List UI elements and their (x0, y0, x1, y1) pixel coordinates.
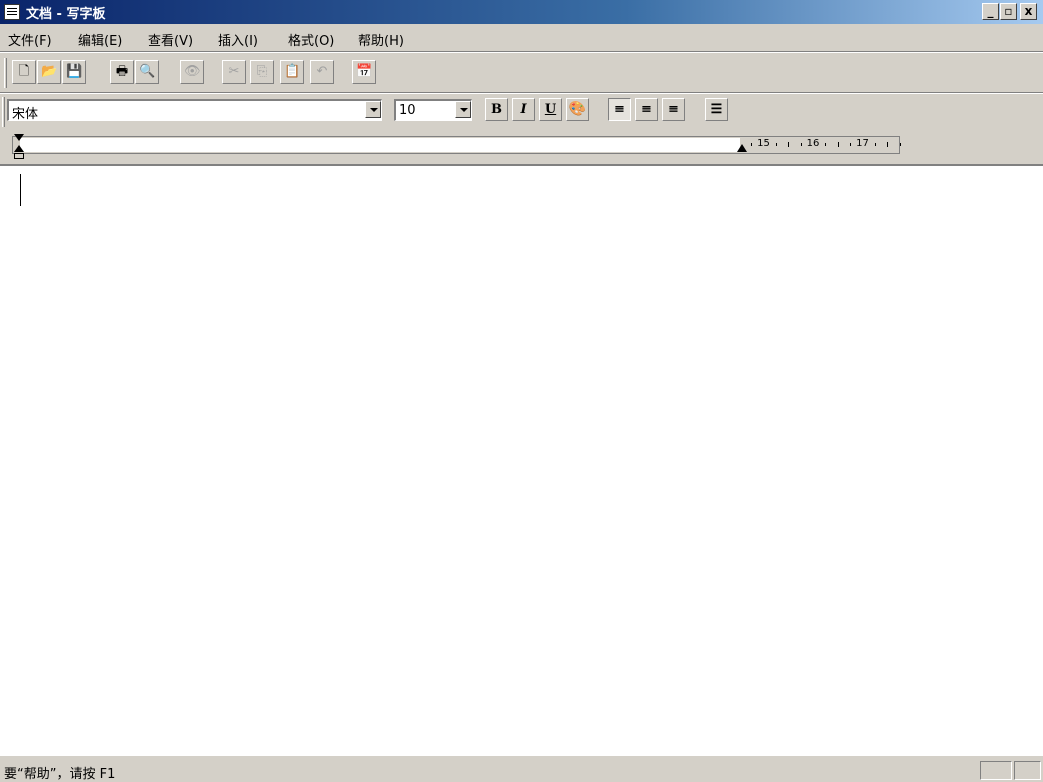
print-preview-icon: 🔍 (139, 64, 156, 79)
menu-separator (0, 51, 1043, 53)
copy-button[interactable]: ⎘ (250, 60, 274, 84)
ruler-text-area (20, 138, 740, 152)
ruler-tick (775, 143, 777, 146)
align-right-button[interactable]: ≡ (662, 98, 685, 121)
align-center-button[interactable]: ≡ (635, 98, 658, 121)
print-button[interactable]: 🖶 (110, 60, 134, 84)
copy-icon: ⎘ (256, 64, 268, 79)
ruler-tick (800, 143, 802, 146)
right-indent-marker[interactable] (737, 144, 747, 152)
standard-toolbar: 🗋 📂 💾 🖶 🔍 👁 ✂ ⎘ 📋 ↶ 📅 (0, 54, 1043, 92)
undo-button[interactable]: ↶ (310, 60, 334, 84)
undo-icon: ↶ (316, 64, 328, 79)
ruler-tick (825, 143, 827, 146)
chevron-down-icon[interactable] (455, 101, 471, 118)
color-palette-icon: 🎨 (568, 101, 587, 117)
status-pane-2 (1014, 761, 1041, 780)
text-caret (20, 174, 21, 206)
ruler-tick (850, 143, 852, 146)
paste-icon: 📋 (284, 64, 301, 79)
font-size-value: 10 (399, 103, 416, 118)
window-title: 文档 - 写字板 (26, 7, 106, 22)
ruler-tick (788, 142, 790, 147)
status-help-text: 要“帮助”，请按 F1 (4, 767, 116, 782)
minimize-button[interactable]: _ (982, 3, 999, 20)
align-center-icon: ≡ (641, 102, 652, 117)
printer-icon: 🖶 (115, 64, 129, 79)
title-bar: 文档 - 写字板 _ ▫ x (0, 0, 1043, 24)
restore-button[interactable]: ▫ (1000, 3, 1017, 20)
left-indent-marker[interactable] (14, 145, 24, 152)
bullets-button[interactable]: ☰ (705, 98, 728, 121)
underline-button[interactable]: U (539, 98, 562, 121)
binoculars-icon: 👁 (184, 64, 201, 79)
italic-button[interactable]: I (512, 98, 535, 121)
chevron-down-icon[interactable] (365, 101, 381, 118)
status-bar: 要“帮助”，请按 F1 (0, 758, 1043, 782)
date-time-icon: 📅 (356, 64, 373, 79)
scissors-icon: ✂ (228, 64, 240, 79)
menu-format[interactable]: 格式(O) (288, 30, 334, 49)
paste-button[interactable]: 📋 (280, 60, 304, 84)
save-disk-icon: 💾 (66, 64, 83, 79)
cut-button[interactable]: ✂ (222, 60, 246, 84)
bold-button[interactable]: B (485, 98, 508, 121)
menu-insert[interactable]: 插入(I) (218, 30, 258, 49)
align-left-button[interactable]: ≡ (608, 98, 631, 121)
toolbar-separator (0, 92, 1043, 94)
open-button[interactable]: 📂 (37, 60, 61, 84)
bullet-list-icon: ☰ (710, 102, 723, 117)
ruler-number: 16 (806, 138, 820, 149)
print-preview-button[interactable]: 🔍 (135, 60, 159, 84)
font-name-value: 宋体 (12, 107, 39, 122)
document-area[interactable] (0, 164, 1043, 756)
ruler-tick (874, 143, 876, 146)
format-bar: 宋体 10 B I U 🎨 ≡ ≡ ≡ ☰ (0, 95, 1043, 133)
status-pane-1 (980, 761, 1012, 780)
new-button[interactable]: 🗋 (12, 60, 36, 84)
open-folder-icon: 📂 (41, 64, 58, 79)
ruler-tick (899, 143, 901, 146)
font-size-select[interactable]: 10 (394, 99, 472, 121)
menu-bar: 文件(F) 编辑(E) 查看(V) 插入(I) 格式(O) 帮助(H) (0, 25, 1043, 51)
menu-help[interactable]: 帮助(H) (358, 30, 404, 49)
new-document-icon: 🗋 (18, 64, 30, 79)
align-left-icon: ≡ (614, 102, 625, 117)
menu-file[interactable]: 文件(F) (8, 30, 52, 49)
toolbar-grip[interactable] (4, 58, 7, 88)
format-bar-grip[interactable] (2, 97, 5, 127)
menu-view[interactable]: 查看(V) (148, 30, 193, 49)
align-right-icon: ≡ (668, 102, 679, 117)
ruler-number: 15 (757, 138, 770, 149)
menu-edit[interactable]: 编辑(E) (78, 30, 122, 49)
left-margin-marker[interactable] (14, 153, 24, 159)
find-button[interactable]: 👁 (180, 60, 204, 84)
wordpad-app-icon[interactable] (4, 4, 20, 20)
date-time-button[interactable]: 📅 (352, 60, 376, 84)
font-name-select[interactable]: 宋体 (7, 99, 382, 122)
color-button[interactable]: 🎨 (566, 98, 589, 121)
ruler-tick (751, 143, 753, 146)
close-button[interactable]: x (1020, 3, 1037, 20)
ruler-tick (837, 142, 839, 147)
ruler-number: 17 (856, 138, 869, 149)
save-button[interactable]: 💾 (62, 60, 86, 84)
first-line-indent-marker[interactable] (14, 134, 24, 141)
ruler-tick (887, 142, 889, 147)
